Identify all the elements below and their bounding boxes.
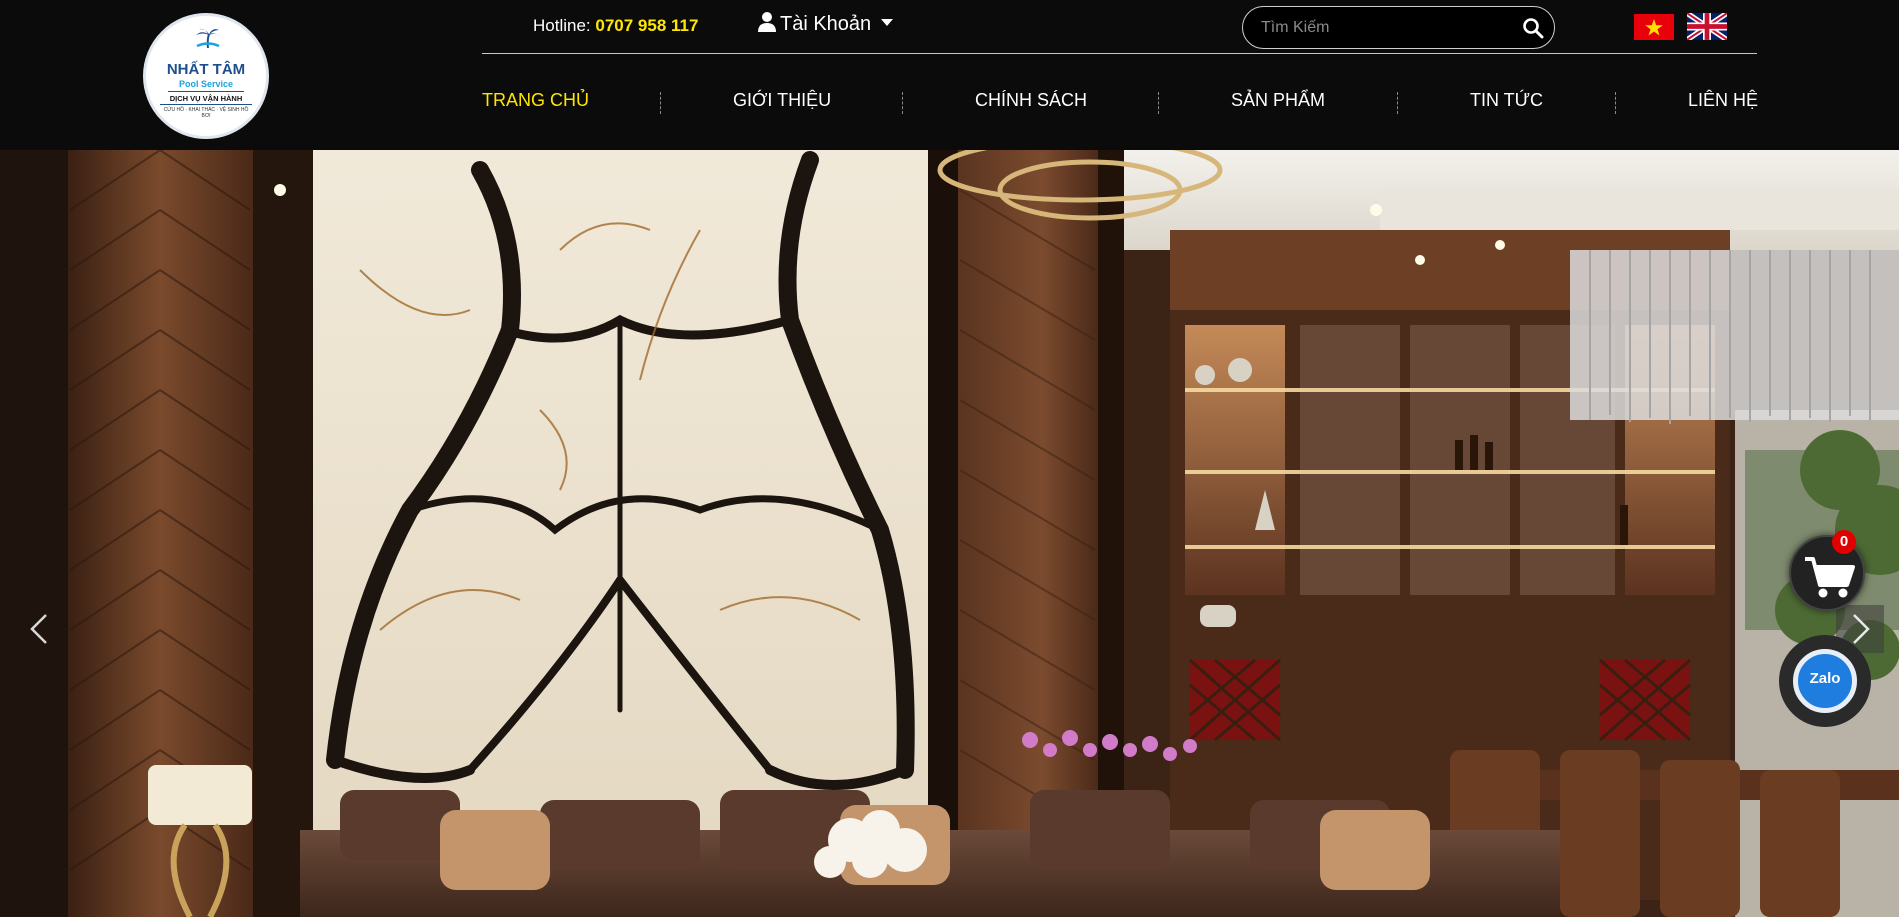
brand-logo[interactable]: NHẤT TÂM Pool Service DỊCH VỤ VẬN HÀNH C… [143,13,269,139]
nav-item-about[interactable]: GIỚI THIỆU [733,90,831,111]
nav-item-home[interactable]: TRANG CHỦ [482,90,589,111]
nav-divider [902,92,903,114]
top-bar: Hotline: 0707 958 117 Tài Khoản [482,0,1757,54]
brand-tagline: CỨU HỒ · KHAI THÁC · VỆ SINH HỒ BƠI [160,104,252,119]
zalo-chat-button[interactable]: Zalo [1779,635,1871,727]
chevron-left-icon [30,614,47,644]
account-dropdown[interactable]: Tài Khoản [758,12,894,36]
brand-subtitle: Pool Service [178,79,234,89]
main-nav: TRANG CHỦ GIỚI THIỆU CHÍNH SÁCH SẢN PHẨM… [482,86,1758,116]
search-input[interactable] [1261,17,1511,39]
cart-count-badge: 0 [1832,530,1856,554]
user-icon [758,12,776,32]
search-box [1242,6,1555,49]
nav-divider [1615,92,1616,114]
palm-tree-icon [196,28,221,48]
cart-icon [1805,557,1855,598]
account-label: Tài Khoản [780,13,872,35]
zalo-label: Zalo [1809,670,1841,687]
brand-name: NHẤT TÂM [166,61,246,78]
hotline-label: Hotline: [533,16,591,35]
uk-flag-icon[interactable] [1685,10,1729,43]
nav-item-contact[interactable]: LIÊN HỆ [1688,90,1758,111]
nav-divider [1158,92,1159,114]
hotline-number[interactable]: 0707 958 117 [595,16,698,35]
nav-item-policy[interactable]: CHÍNH SÁCH [975,90,1087,111]
hotline[interactable]: Hotline: 0707 958 117 [533,16,698,36]
slider-prev-button[interactable] [16,605,64,653]
vietnam-flag-icon[interactable] [1634,14,1674,40]
nav-divider [1397,92,1398,114]
hero-slider [0,150,1899,917]
nav-item-products[interactable]: SẢN PHẨM [1231,90,1325,111]
chevron-down-icon [881,19,894,26]
search-icon[interactable] [1522,17,1544,39]
hero-interior-image [0,150,1899,917]
nav-divider [660,92,661,114]
nav-item-news[interactable]: TIN TỨC [1470,90,1543,111]
site-header: NHẤT TÂM Pool Service DỊCH VỤ VẬN HÀNH C… [0,0,1899,150]
brand-service: DỊCH VỤ VẬN HÀNH [168,91,244,103]
zalo-icon: Zalo [1793,649,1857,713]
